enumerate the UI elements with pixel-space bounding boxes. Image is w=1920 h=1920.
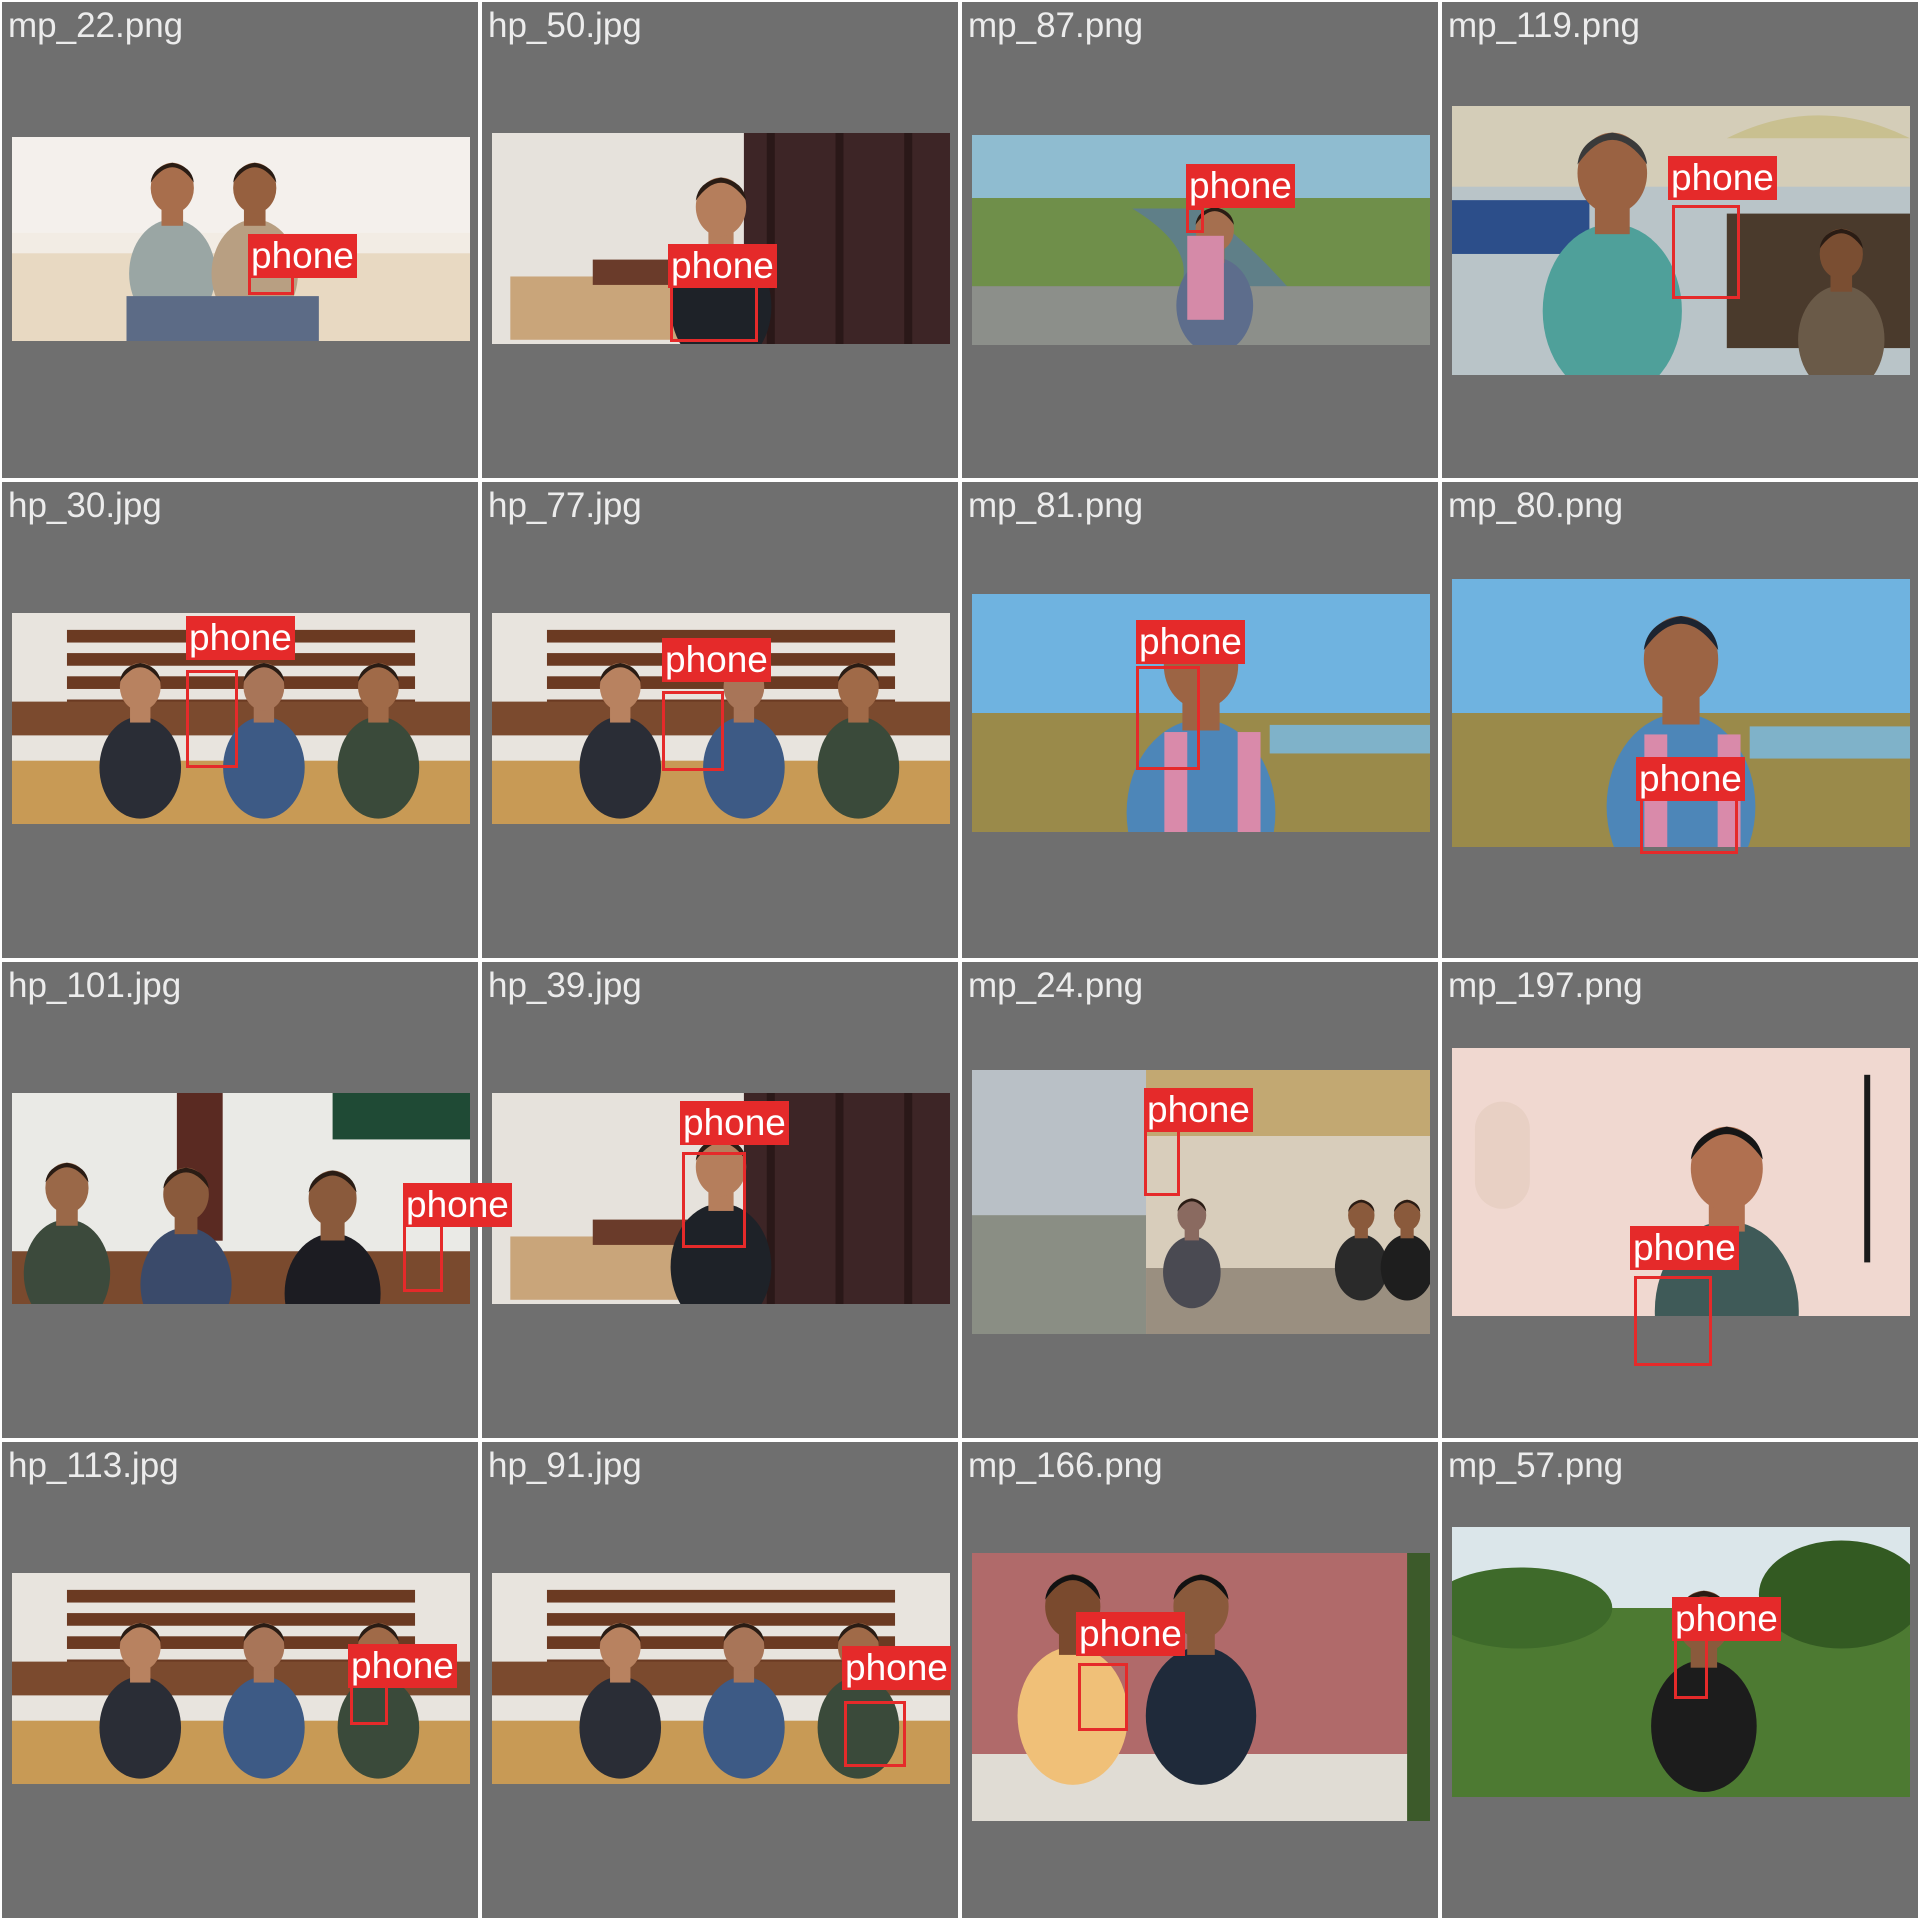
detection-box	[186, 670, 238, 768]
detection-label: phone	[662, 638, 771, 682]
detection-box	[403, 1222, 443, 1292]
grid-cell[interactable]: mp_197.png	[1442, 962, 1918, 1438]
detection-label: phone	[403, 1183, 512, 1227]
detection-box	[1078, 1663, 1128, 1731]
photo-thumbnail	[972, 1553, 1430, 1821]
image-filename-label: hp_91.jpg	[488, 1446, 642, 1485]
grid-cell[interactable]: mp_22.png	[2, 2, 478, 478]
image-filename-label: mp_24.png	[968, 966, 1144, 1005]
detection-box	[1672, 205, 1740, 299]
detection-label: phone	[1630, 1226, 1739, 1270]
detection-box	[1186, 207, 1204, 233]
image-filename-label: mp_197.png	[1448, 966, 1643, 1005]
image-filename-label: hp_39.jpg	[488, 966, 642, 1005]
image-filename-label: hp_113.jpg	[8, 1446, 179, 1485]
detection-label: phone	[248, 234, 357, 278]
detection-label: phone	[842, 1646, 951, 1690]
detection-label: phone	[1186, 164, 1295, 208]
detection-label: phone	[1636, 757, 1745, 801]
detection-box	[662, 691, 724, 771]
image-filename-label: mp_166.png	[968, 1446, 1163, 1485]
grid-cell[interactable]: mp_24.png	[962, 962, 1438, 1438]
grid-cell[interactable]: hp_30.jpg	[2, 482, 478, 958]
detection-label: phone	[1136, 620, 1245, 664]
grid-cell[interactable]: mp_166.png	[962, 1442, 1438, 1918]
image-filename-label: hp_50.jpg	[488, 6, 642, 45]
image-filename-label: mp_87.png	[968, 6, 1144, 45]
detection-label: phone	[1076, 1612, 1185, 1656]
photo-thumbnail	[12, 1093, 470, 1304]
image-filename-label: hp_101.jpg	[8, 966, 182, 1005]
detection-label: phone	[680, 1101, 789, 1145]
image-filename-label: hp_77.jpg	[488, 486, 642, 525]
detection-label: phone	[348, 1644, 457, 1688]
image-filename-label: mp_22.png	[8, 6, 184, 45]
detection-label: phone	[668, 244, 777, 288]
grid-cell[interactable]: mp_81.png	[962, 482, 1438, 958]
image-filename-label: mp_80.png	[1448, 486, 1624, 525]
detection-label: phone	[1668, 156, 1777, 200]
grid-cell[interactable]: hp_50.jpg	[482, 2, 958, 478]
image-filename-label: mp_81.png	[968, 486, 1144, 525]
grid-cell[interactable]: mp_87.png	[962, 2, 1438, 478]
image-filename-label: mp_119.png	[1448, 6, 1641, 45]
detection-grid: mp_22.png hp_50.jpg mp_87.png mp_119.png…	[0, 0, 1920, 1920]
image-filename-label: hp_30.jpg	[8, 486, 162, 525]
detection-label: phone	[1144, 1088, 1253, 1132]
detection-box	[682, 1152, 746, 1248]
photo-thumbnail	[12, 137, 470, 341]
detection-box	[1634, 1276, 1712, 1366]
detection-label: phone	[1672, 1597, 1781, 1641]
detection-box	[1136, 666, 1200, 770]
detection-label: phone	[186, 616, 295, 660]
grid-cell[interactable]: mp_80.png	[1442, 482, 1918, 958]
detection-box	[844, 1701, 906, 1767]
image-filename-label: mp_57.png	[1448, 1446, 1624, 1485]
